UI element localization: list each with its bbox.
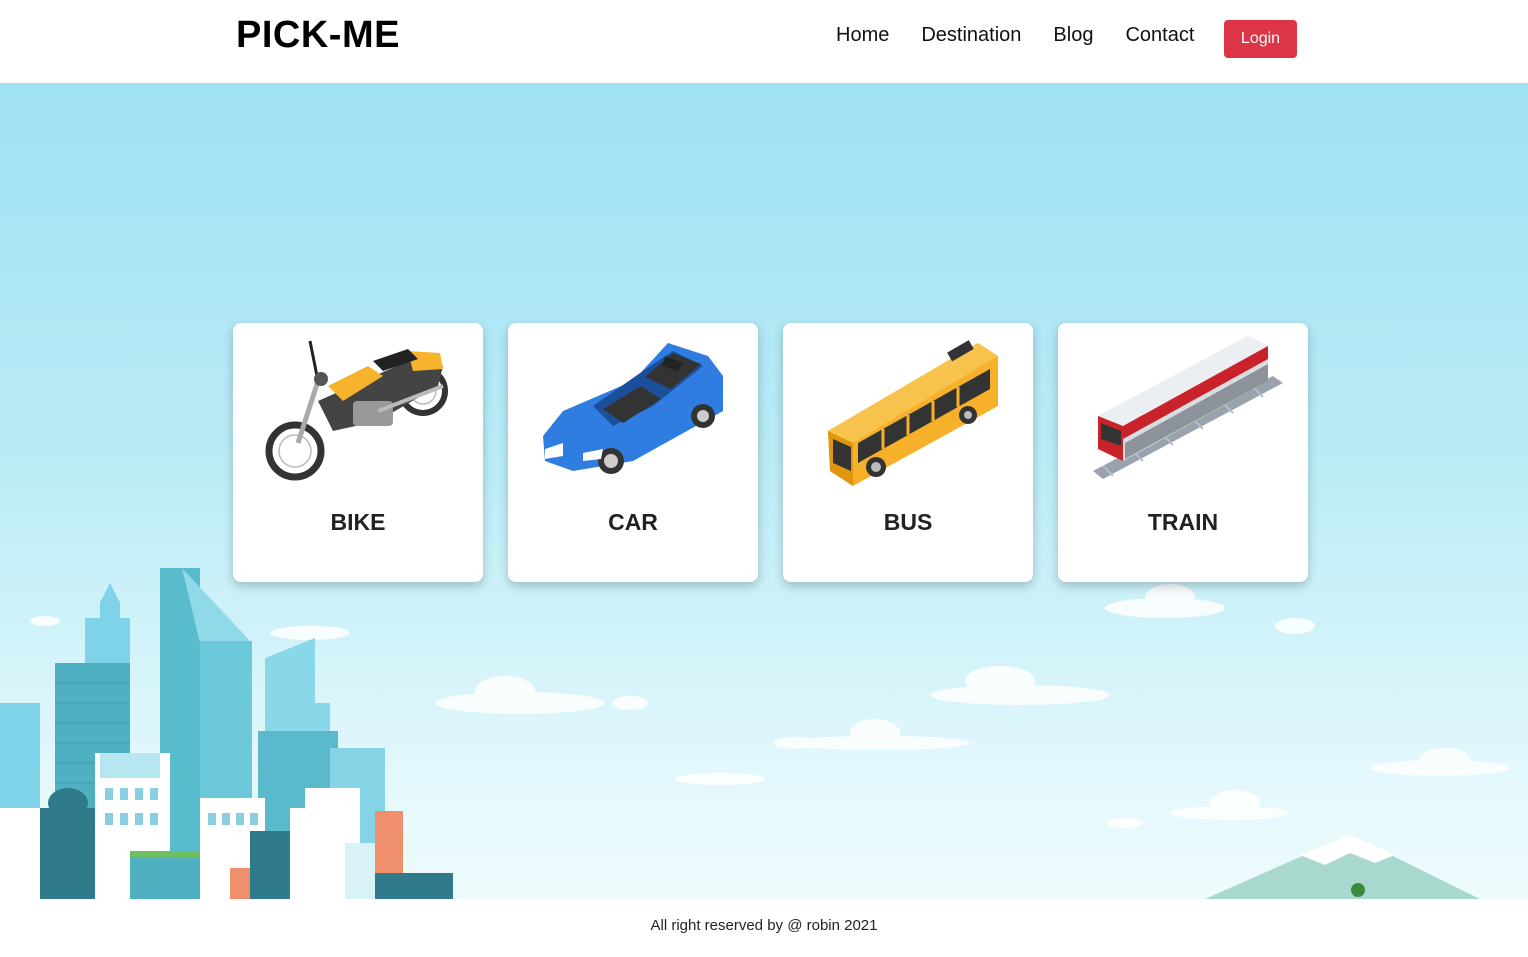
login-button[interactable]: Login — [1224, 20, 1297, 58]
nav-destination-link[interactable]: Destination — [921, 24, 1021, 47]
car-card[interactable]: CAR — [508, 323, 758, 582]
footer: All right reserved by @ robin 2021 — [0, 899, 1528, 957]
train-icon — [1093, 336, 1283, 479]
bus-card[interactable]: BUS — [783, 323, 1033, 582]
car-icon — [543, 343, 723, 474]
bike-card-title: BIKE — [330, 509, 386, 535]
footer-copyright: All right reserved by @ robin 2021 — [650, 917, 878, 934]
hero-section: BIKE CAR BUS TRAIN — [0, 83, 1528, 899]
car-card-title: CAR — [608, 509, 658, 535]
bus-card-title: BUS — [883, 509, 933, 535]
bus-icon — [828, 340, 998, 486]
buildings — [0, 568, 453, 899]
nav-links: Home Destination Blog Contact — [836, 24, 1226, 47]
train-card[interactable]: TRAIN — [1058, 323, 1308, 582]
nav-home-link[interactable]: Home — [836, 24, 889, 47]
nav-blog-link[interactable]: Blog — [1053, 24, 1093, 47]
train-card-title: TRAIN — [1147, 509, 1219, 535]
motorbike-icon — [265, 340, 448, 481]
brand-logo[interactable]: PICK-ME — [236, 14, 400, 57]
navbar: PICK-ME Home Destination Blog Contact Lo… — [0, 0, 1528, 83]
mountain — [1205, 835, 1480, 899]
nav-contact-link[interactable]: Contact — [1125, 24, 1194, 47]
bike-card[interactable]: BIKE — [233, 323, 483, 582]
